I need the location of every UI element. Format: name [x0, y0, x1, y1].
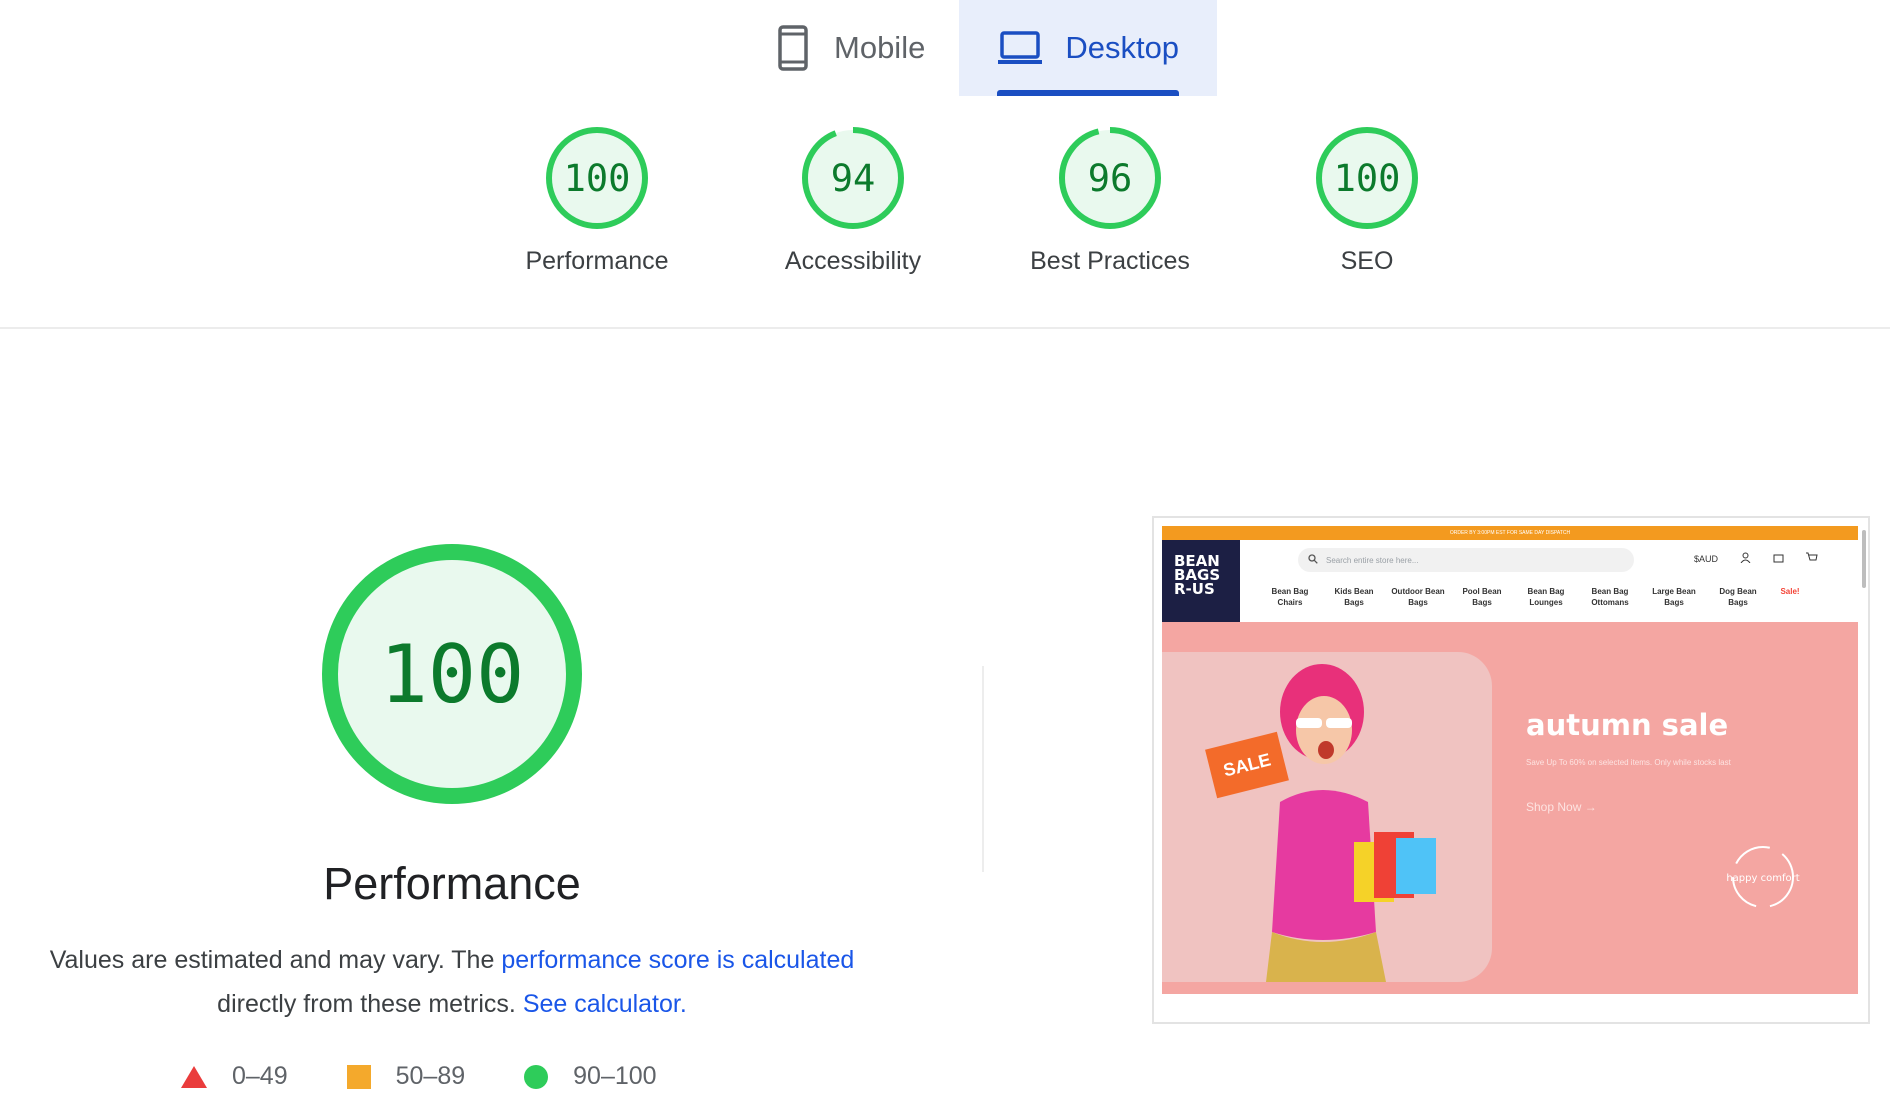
square-icon — [346, 1064, 372, 1090]
nav-item-sale: Sale! — [1780, 587, 1800, 596]
hero-title: autumn sale — [1526, 708, 1729, 742]
performance-title: Performance — [323, 858, 581, 909]
nav-item: Dog Bean Bags — [1719, 587, 1757, 607]
tab-desktop[interactable]: Desktop — [959, 0, 1218, 96]
shop-now-link: Shop Now → — [1526, 800, 1597, 814]
score-value: 100 — [1333, 156, 1401, 200]
nav-item: Bean Bag Chairs — [1271, 587, 1309, 607]
nav-item: Kids Bean Bags — [1334, 587, 1374, 607]
screenshot-scrollbar[interactable] — [1862, 530, 1866, 588]
desc-text-1: Values are estimated and may vary. The — [49, 946, 502, 974]
performance-main-gauge: 100 — [320, 542, 584, 806]
account-icon — [1740, 552, 1751, 565]
active-tab-indicator — [997, 90, 1180, 96]
gauge-seo[interactable]: 100 SEO — [1267, 125, 1467, 276]
phone-icon — [774, 25, 812, 71]
final-screenshot[interactable]: ORDER BY 3:00PM EST FOR SAME DAY DISPATC… — [1152, 516, 1870, 1024]
vertical-divider — [982, 666, 984, 872]
promo-bar: ORDER BY 3:00PM EST FOR SAME DAY DISPATC… — [1162, 526, 1858, 540]
score-value: 94 — [830, 156, 876, 200]
laptop-icon — [997, 25, 1043, 71]
category-label: Performance — [525, 247, 669, 275]
score-value: 96 — [1087, 156, 1133, 200]
gauge-performance[interactable]: 100 Performance — [497, 125, 697, 276]
score-value: 100 — [563, 156, 631, 200]
performance-score: 100 — [379, 627, 525, 721]
gauge-best-practices[interactable]: 96 Best Practices — [1010, 125, 1210, 276]
nav-item: Large Bean Bags — [1652, 587, 1696, 607]
legend-average: 50–89 — [346, 1062, 466, 1091]
hero-banner: SALE autumn sale Save Up To 60% on selec… — [1162, 622, 1858, 994]
hero-photo — [1162, 652, 1492, 982]
legend-fail: 0–49 — [180, 1062, 288, 1091]
see-calculator-link[interactable]: See calculator. — [523, 990, 687, 1018]
nav-item: Bean Bag Ottomans — [1591, 587, 1629, 607]
badge-text: happy comfort — [1726, 873, 1799, 884]
search-placeholder: Search entire store here... — [1326, 555, 1419, 565]
header-actions: $AUD — [1694, 552, 1840, 565]
currency-selector: $AUD — [1694, 553, 1719, 564]
site-logo: BEAN BAGS R-US — [1162, 540, 1240, 622]
gauge-accessibility[interactable]: 94 Accessibility — [753, 125, 953, 276]
legend-range: 50–89 — [395, 1062, 466, 1090]
nav-item: Outdoor Bean Bags — [1391, 587, 1445, 607]
category-label: SEO — [1340, 247, 1394, 275]
performance-description: Values are estimated and may vary. The p… — [20, 938, 884, 1026]
tab-desktop-label: Desktop — [1065, 30, 1180, 65]
desc-text-2: directly from these metrics. — [217, 990, 523, 1018]
circle-icon — [523, 1064, 549, 1090]
legend-pass: 90–100 — [523, 1062, 657, 1091]
happy-comfort-badge: happy comfort — [1718, 832, 1808, 927]
legend-range: 90–100 — [573, 1062, 657, 1090]
legend-range: 0–49 — [232, 1062, 288, 1090]
site-nav: Bean Bag Chairs Kids Bean Bags Outdoor Bea… — [1258, 586, 1810, 608]
arrow-right-icon: → — [1584, 800, 1597, 814]
triangle-icon — [180, 1065, 208, 1089]
hero-subtitle: Save Up To 60% on selected items. Only w… — [1526, 758, 1731, 767]
score-legend: 0–49 50–89 90–100 — [180, 1062, 715, 1091]
logo-line: R-US — [1174, 580, 1215, 598]
nav-item: Bean Bag Lounges — [1527, 587, 1565, 607]
bag-icon — [1773, 552, 1784, 565]
search-icon — [1308, 554, 1318, 566]
woman-with-shopping-bags-illustration — [1266, 664, 1436, 982]
device-tabs: Mobile Desktop — [740, 0, 1218, 96]
nav-item: Pool Bean Bags — [1462, 587, 1502, 607]
cart-icon — [1806, 552, 1818, 565]
tab-mobile-label: Mobile — [834, 30, 926, 65]
site-search: Search entire store here... — [1298, 548, 1634, 572]
section-divider — [0, 327, 1890, 329]
category-label: Accessibility — [784, 247, 922, 275]
score-calculated-link[interactable]: performance score is calculated — [501, 946, 854, 974]
shop-now-label: Shop Now — [1526, 800, 1582, 814]
tab-mobile[interactable]: Mobile — [740, 0, 959, 96]
screenshot-canvas: ORDER BY 3:00PM EST FOR SAME DAY DISPATC… — [1162, 526, 1858, 994]
category-label: Best Practices — [1030, 247, 1190, 275]
